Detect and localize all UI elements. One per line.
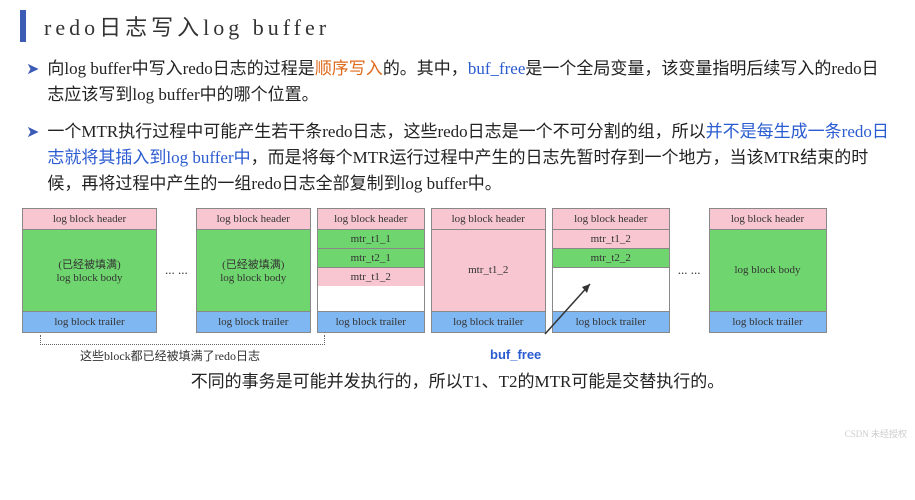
b2-p1: 一个MTR执行过程中可能产生若干条redo日志，这些redo日志是一个不可分割的… bbox=[47, 122, 705, 141]
bullet-marker: ➤ bbox=[26, 121, 39, 198]
page-title: redo日志写入log buffer bbox=[44, 10, 895, 42]
block-body: (已经被填满) log block body bbox=[197, 230, 310, 311]
block-trailer: log block trailer bbox=[197, 311, 310, 332]
bullet-marker: ➤ bbox=[26, 58, 39, 109]
mtr-row: mtr_t2_2 bbox=[553, 249, 669, 268]
bullet-1: ➤ 向log buffer中写入redo日志的过程是顺序写入的。其中，buf_f… bbox=[26, 56, 895, 109]
empty-row bbox=[553, 268, 669, 311]
mtr-row: mtr_t2_1 bbox=[318, 249, 424, 268]
block-1: log block header (已经被填满) log block body … bbox=[22, 208, 157, 333]
block-body: mtr_t1_2 bbox=[432, 230, 545, 311]
watermark: CSDN 未经授权 bbox=[845, 427, 907, 440]
mtr-row: mtr_t1_2 bbox=[318, 268, 424, 286]
log-buffer-diagram: log block header (已经被填满) log block body … bbox=[20, 208, 895, 333]
block-header: log block header bbox=[197, 209, 310, 230]
block-5: log block header mtr_t1_2 mtr_t2_2 log b… bbox=[552, 208, 670, 333]
dots: ... ... bbox=[676, 262, 703, 278]
block-3: log block header mtr_t1_1 mtr_t2_1 mtr_t… bbox=[317, 208, 425, 333]
b1-blue: buf_free bbox=[468, 59, 526, 78]
bottom-note: 不同的事务是可能并发执行的，所以T1、T2的MTR可能是交替执行的。 bbox=[20, 367, 895, 392]
block-body: mtr_t1_2 mtr_t2_2 bbox=[553, 230, 669, 311]
block-header: log block header bbox=[318, 209, 424, 230]
block-header: log block header bbox=[553, 209, 669, 230]
bullet-1-text: 向log buffer中写入redo日志的过程是顺序写入的。其中，buf_fre… bbox=[47, 56, 895, 109]
body-label: log block body bbox=[25, 272, 154, 284]
block-trailer: log block trailer bbox=[432, 311, 545, 332]
block-6: log block header log block body log bloc… bbox=[709, 208, 827, 333]
block-body: log block body bbox=[710, 230, 826, 311]
filled-label: (已经被填满) bbox=[199, 256, 308, 272]
block-body: (已经被填满) log block body bbox=[23, 230, 156, 311]
buf-free-label: buf_free bbox=[490, 347, 541, 362]
brace-label: 这些block都已经被填满了redo日志 bbox=[80, 347, 260, 364]
b1-p1: 向log buffer中写入redo日志的过程是 bbox=[47, 59, 314, 78]
b1-orange: 顺序写入 bbox=[315, 59, 383, 78]
block-header: log block header bbox=[23, 209, 156, 230]
block-trailer: log block trailer bbox=[710, 311, 826, 332]
body-label: log block body bbox=[199, 272, 308, 284]
block-body: mtr_t1_1 mtr_t2_1 mtr_t1_2 bbox=[318, 230, 424, 311]
brace-line bbox=[40, 335, 325, 345]
block-4: log block header mtr_t1_2 log block trai… bbox=[431, 208, 546, 333]
block-header: log block header bbox=[432, 209, 545, 230]
filled-label: (已经被填满) bbox=[25, 256, 154, 272]
b1-p2: 的。其中， bbox=[383, 59, 468, 78]
block-trailer: log block trailer bbox=[553, 311, 669, 332]
dots: ... ... bbox=[163, 262, 190, 278]
title-bar: redo日志写入log buffer bbox=[20, 10, 895, 42]
body-label: log block body bbox=[712, 264, 824, 276]
bullet-list: ➤ 向log buffer中写入redo日志的过程是顺序写入的。其中，buf_f… bbox=[26, 56, 895, 198]
bullet-2-text: 一个MTR执行过程中可能产生若干条redo日志，这些redo日志是一个不可分割的… bbox=[47, 119, 895, 198]
mtr-row: mtr_t1_2 bbox=[553, 230, 669, 249]
block-2: log block header (已经被填满) log block body … bbox=[196, 208, 311, 333]
under-annotations: 这些block都已经被填满了redo日志 buf_free bbox=[20, 335, 895, 359]
mtr-row: mtr_t1_1 bbox=[318, 230, 424, 249]
mtr-row: mtr_t1_2 bbox=[432, 230, 545, 311]
block-trailer: log block trailer bbox=[318, 311, 424, 332]
block-header: log block header bbox=[710, 209, 826, 230]
block-trailer: log block trailer bbox=[23, 311, 156, 332]
bullet-2: ➤ 一个MTR执行过程中可能产生若干条redo日志，这些redo日志是一个不可分… bbox=[26, 119, 895, 198]
